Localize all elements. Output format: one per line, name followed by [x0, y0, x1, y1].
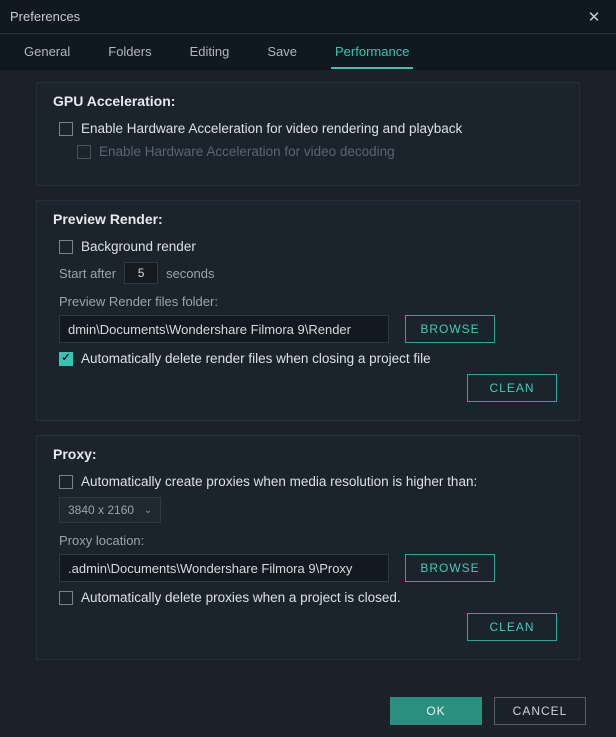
start-after-suffix: seconds: [166, 266, 214, 281]
proxy-title: Proxy:: [53, 446, 563, 462]
proxy-location-input[interactable]: [59, 554, 389, 582]
start-after-prefix: Start after: [59, 266, 116, 281]
background-render-label: Background render: [81, 239, 196, 254]
gpu-decoding-label: Enable Hardware Acceleration for video d…: [99, 144, 395, 159]
proxy-browse-button[interactable]: BROWSE: [405, 554, 495, 582]
proxy-panel: Proxy: Automatically create proxies when…: [36, 435, 580, 660]
preview-title: Preview Render:: [53, 211, 563, 227]
gpu-rendering-label: Enable Hardware Acceleration for video r…: [81, 121, 462, 136]
tab-save[interactable]: Save: [263, 36, 301, 69]
render-clean-button[interactable]: CLEAN: [467, 374, 557, 402]
background-render-checkbox[interactable]: [59, 240, 73, 254]
proxy-resolution-select[interactable]: 3840 x 2160 ⌄: [59, 497, 161, 523]
tab-general[interactable]: General: [20, 36, 74, 69]
autocreate-proxy-checkbox[interactable]: [59, 475, 73, 489]
gpu-title: GPU Acceleration:: [53, 93, 563, 109]
preferences-window: Preferences ✕ General Folders Editing Sa…: [0, 0, 616, 737]
autodelete-render-checkbox[interactable]: [59, 352, 73, 366]
content-area: GPU Acceleration: Enable Hardware Accele…: [0, 70, 616, 685]
ok-button[interactable]: OK: [390, 697, 482, 725]
gpu-decoding-checkbox[interactable]: [77, 145, 91, 159]
footer: OK CANCEL: [0, 685, 616, 737]
chevron-down-icon: ⌄: [144, 505, 152, 516]
autocreate-proxy-label: Automatically create proxies when media …: [81, 474, 477, 489]
cancel-button[interactable]: CANCEL: [494, 697, 586, 725]
autodelete-proxy-label: Automatically delete proxies when a proj…: [81, 590, 401, 605]
tab-folders[interactable]: Folders: [104, 36, 155, 69]
gpu-rendering-checkbox[interactable]: [59, 122, 73, 136]
titlebar: Preferences ✕: [0, 0, 616, 34]
close-icon[interactable]: ✕: [582, 5, 606, 29]
gpu-panel: GPU Acceleration: Enable Hardware Accele…: [36, 82, 580, 186]
proxy-resolution-value: 3840 x 2160: [68, 503, 134, 517]
render-browse-button[interactable]: BROWSE: [405, 315, 495, 343]
render-folder-input[interactable]: [59, 315, 389, 343]
preview-panel: Preview Render: Background render Start …: [36, 200, 580, 421]
start-after-row: Start after seconds: [59, 262, 563, 284]
proxy-location-label: Proxy location:: [59, 533, 563, 548]
autodelete-proxy-checkbox[interactable]: [59, 591, 73, 605]
window-title: Preferences: [10, 9, 582, 24]
start-after-input[interactable]: [124, 262, 158, 284]
proxy-clean-button[interactable]: CLEAN: [467, 613, 557, 641]
render-folder-label: Preview Render files folder:: [59, 294, 563, 309]
tab-bar: General Folders Editing Save Performance: [0, 34, 616, 70]
tab-performance[interactable]: Performance: [331, 36, 413, 69]
autodelete-render-label: Automatically delete render files when c…: [81, 351, 431, 366]
tab-editing[interactable]: Editing: [186, 36, 234, 69]
